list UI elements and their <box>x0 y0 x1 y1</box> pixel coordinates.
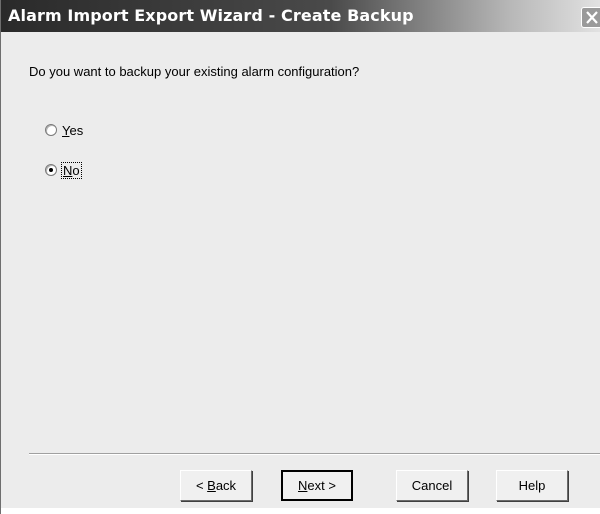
button-separator <box>29 453 600 455</box>
radio-button-icon[interactable] <box>45 164 57 176</box>
next-button[interactable]: Next > <box>281 470 353 501</box>
radio-label-yes[interactable]: Yes <box>62 123 83 138</box>
close-icon <box>586 11 598 24</box>
title-bar[interactable]: Alarm Import Export Wizard - Create Back… <box>1 0 600 32</box>
window-title: Alarm Import Export Wizard - Create Back… <box>8 6 414 25</box>
window-bottom-edge <box>1 508 600 514</box>
radio-option-yes[interactable]: Yes <box>45 120 83 140</box>
cancel-button[interactable]: Cancel <box>396 470 468 501</box>
backup-question: Do you want to backup your existing alar… <box>29 64 360 79</box>
back-button[interactable]: < Back <box>180 470 252 501</box>
wizard-window: Alarm Import Export Wizard - Create Back… <box>0 0 600 514</box>
radio-label-no[interactable]: No <box>61 161 82 179</box>
radio-option-no[interactable]: No <box>45 160 82 180</box>
radio-button-icon[interactable] <box>45 124 57 136</box>
close-button[interactable] <box>581 7 600 28</box>
help-button[interactable]: Help <box>496 470 568 501</box>
